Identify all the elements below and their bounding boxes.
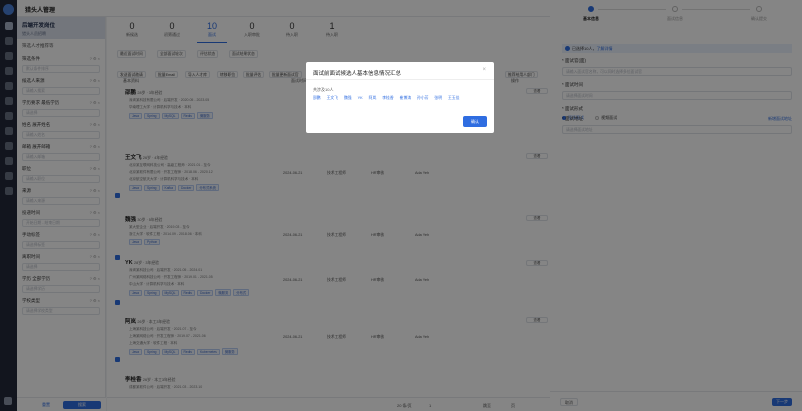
candidate-name-chip: 阿岚	[368, 96, 377, 100]
summary-modal: 面试前面试候选人基本信息情况汇总 × 共涉及10人 邵鹏 王文飞 魏强 YK 阿岚 李桂香…	[306, 62, 494, 133]
candidate-name-chip: 李桂香	[382, 96, 394, 100]
candidate-name-chip: 王玉佳	[448, 96, 460, 100]
candidate-name-chip: 邵鹏	[313, 96, 321, 100]
close-icon[interactable]: ×	[482, 67, 486, 73]
candidate-name-chip: 魏强	[343, 96, 352, 100]
candidate-name-chip: 崔博涛	[399, 96, 412, 100]
candidate-name-chip: 孙小芳	[417, 96, 429, 100]
candidate-name-chip: 王文飞	[326, 96, 338, 100]
candidate-name-chip: YK	[357, 96, 363, 100]
modal-title: 面试前面试候选人基本信息情况汇总	[313, 71, 402, 77]
modal-count: 共涉及10人	[313, 87, 334, 92]
modal-name-list: 邵鹏 王文飞 魏强 YK 阿岚 李桂香 崔博涛 孙小芳 张明 王玉佳	[313, 96, 489, 101]
confirm-button[interactable]: 确认	[463, 116, 487, 127]
candidate-name-chip: 张明	[434, 96, 443, 100]
